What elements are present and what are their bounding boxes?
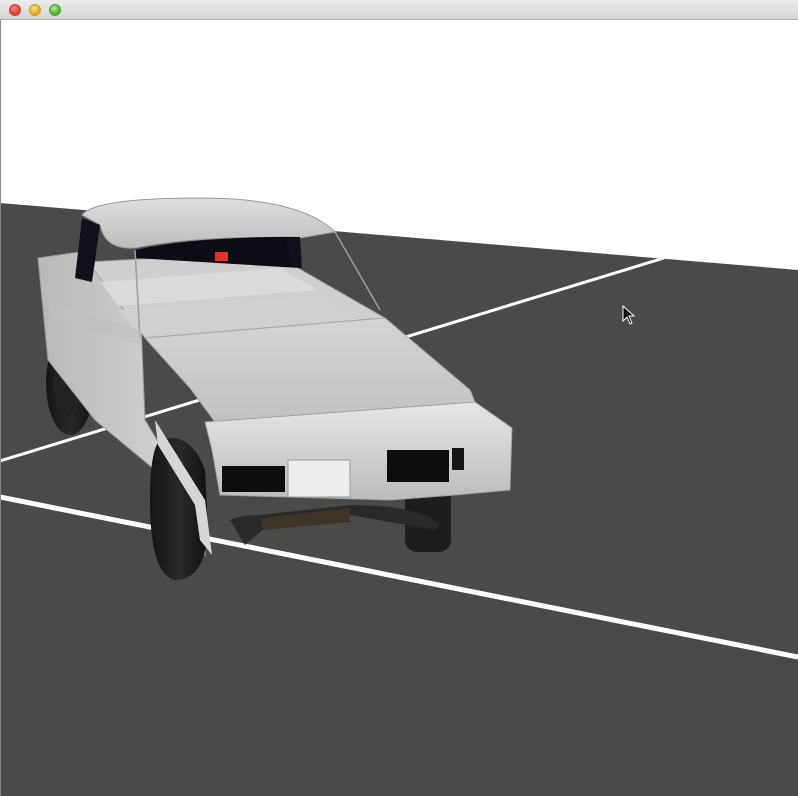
minimize-window-button[interactable] [29, 4, 41, 16]
window-left-border [0, 20, 1, 796]
rear-light-far-right [452, 448, 464, 470]
title-bar[interactable] [0, 0, 798, 20]
app-window [0, 0, 798, 796]
3d-viewport[interactable] [0, 20, 798, 796]
zoom-window-button[interactable] [49, 4, 61, 16]
rear-light-right [387, 450, 449, 482]
close-window-button[interactable] [9, 4, 21, 16]
brake-light [215, 252, 228, 261]
rear-light-left [222, 466, 285, 492]
plate-recess [287, 459, 351, 498]
